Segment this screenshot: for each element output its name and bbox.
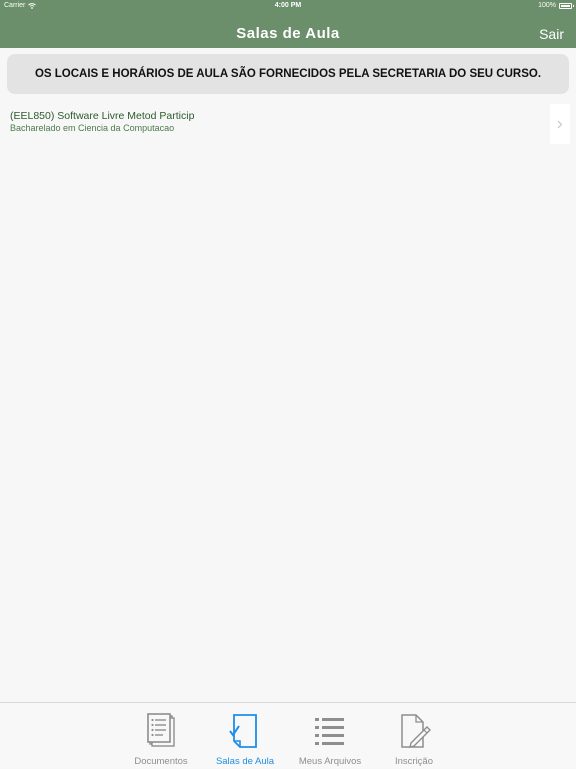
battery-indicator: 100% bbox=[538, 2, 574, 9]
tab-label: Meus Arquivos bbox=[298, 756, 362, 767]
documents-icon bbox=[141, 713, 181, 749]
tab-documentos[interactable]: Documentos bbox=[121, 703, 201, 769]
chevron-right-icon bbox=[557, 120, 563, 128]
tab-label: Inscrição bbox=[394, 756, 433, 767]
class-list-item[interactable]: (EEL850) Software Livre Metod Particip B… bbox=[0, 104, 576, 144]
class-course: Bacharelado em Ciencia da Computacao bbox=[10, 123, 175, 133]
tab-bar: Documentos Salas de Aula Meus Arquivos I… bbox=[0, 702, 576, 768]
notice-banner: OS LOCAIS E HORÁRIOS DE AULA SÃO FORNECI… bbox=[7, 54, 569, 94]
navigation-bar: Salas de Aula Sair bbox=[0, 12, 576, 48]
tab-salas-de-aula[interactable]: Salas de Aula bbox=[205, 703, 285, 769]
tab-meus-arquivos[interactable]: Meus Arquivos bbox=[290, 703, 370, 769]
tab-inscricao[interactable]: Inscrição bbox=[374, 703, 454, 769]
edit-document-icon bbox=[394, 713, 434, 749]
battery-icon bbox=[559, 2, 574, 9]
class-name: (EEL850) Software Livre Metod Particip bbox=[10, 110, 195, 122]
list-icon bbox=[310, 713, 350, 749]
classroom-icon bbox=[225, 713, 265, 749]
logout-button[interactable]: Sair bbox=[539, 12, 564, 48]
page-title: Salas de Aula bbox=[236, 25, 340, 42]
status-time: 4:00 PM bbox=[274, 2, 302, 9]
battery-percent: 100% bbox=[538, 2, 556, 9]
status-bar: Carrier 4:00 PM 100% bbox=[0, 0, 576, 12]
tab-label: Salas de Aula bbox=[215, 756, 275, 767]
disclosure-button[interactable] bbox=[550, 104, 570, 144]
battery-fill bbox=[561, 4, 570, 7]
tab-label: Documentos bbox=[134, 756, 188, 767]
